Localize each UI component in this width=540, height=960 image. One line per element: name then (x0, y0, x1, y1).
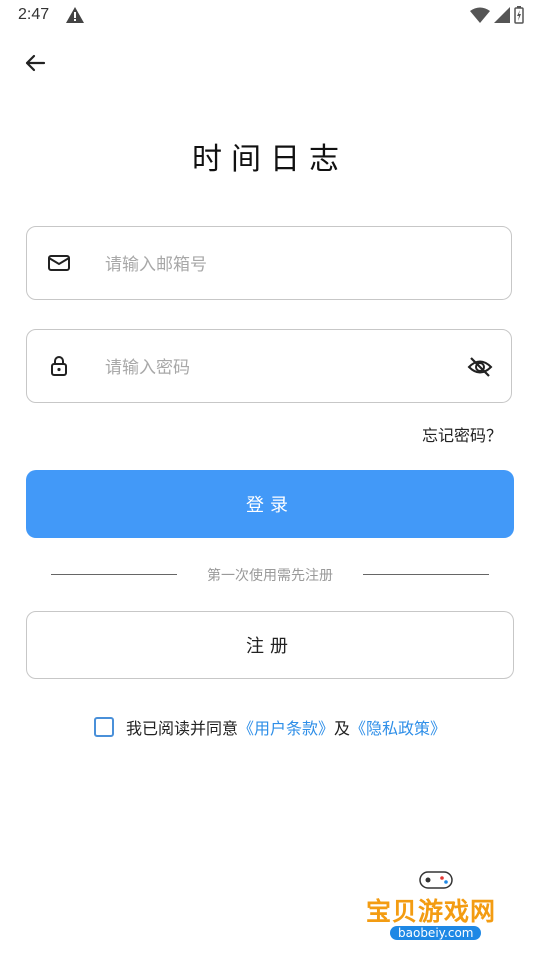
register-divider: 第一次使用需先注册 (0, 563, 540, 587)
wifi-icon (470, 7, 490, 23)
email-input-box[interactable] (26, 226, 512, 300)
agreement-checkbox[interactable] (93, 717, 114, 737)
agreement-row: 我已阅读并同意 《用户条款》 及 《隐私政策》 (0, 714, 540, 740)
gamepad-icon (419, 871, 453, 889)
divider-text: 第一次使用需先注册 (207, 568, 333, 584)
agreement-conjunction: 及 (334, 719, 351, 738)
forgot-password-link[interactable]: 忘记密码？ (422, 422, 502, 446)
lock-icon (51, 356, 67, 376)
battery-icon (514, 6, 524, 24)
privacy-link[interactable]: 《隐私政策》 (350, 715, 446, 739)
watermark-logo: 宝贝游戏网 baobeiy.com (366, 868, 516, 948)
mail-icon (48, 255, 70, 271)
status-bar: 2:47 (0, 0, 540, 32)
login-button[interactable]: 登录 (26, 470, 514, 538)
arrow-left-icon (25, 54, 46, 72)
warning-icon (66, 7, 84, 23)
watermark-domain: baobeiy.com (390, 926, 482, 940)
back-button[interactable] (20, 48, 50, 78)
signal-icon (494, 7, 510, 23)
watermark-name: 宝贝游戏网 (366, 897, 497, 926)
register-button[interactable]: 注册 (26, 611, 514, 679)
password-input[interactable] (103, 350, 447, 386)
page-title: 时间日志 (192, 142, 348, 177)
eye-off-icon[interactable] (467, 354, 493, 380)
terms-link[interactable]: 《用户条款》 (238, 715, 334, 739)
agreement-prefix: 我已阅读并同意 (125, 719, 238, 738)
status-icons (470, 6, 524, 24)
status-time: 2:47 (18, 6, 50, 23)
email-input[interactable] (103, 247, 447, 283)
divider-line-right (363, 574, 489, 575)
password-input-box[interactable] (26, 329, 512, 403)
